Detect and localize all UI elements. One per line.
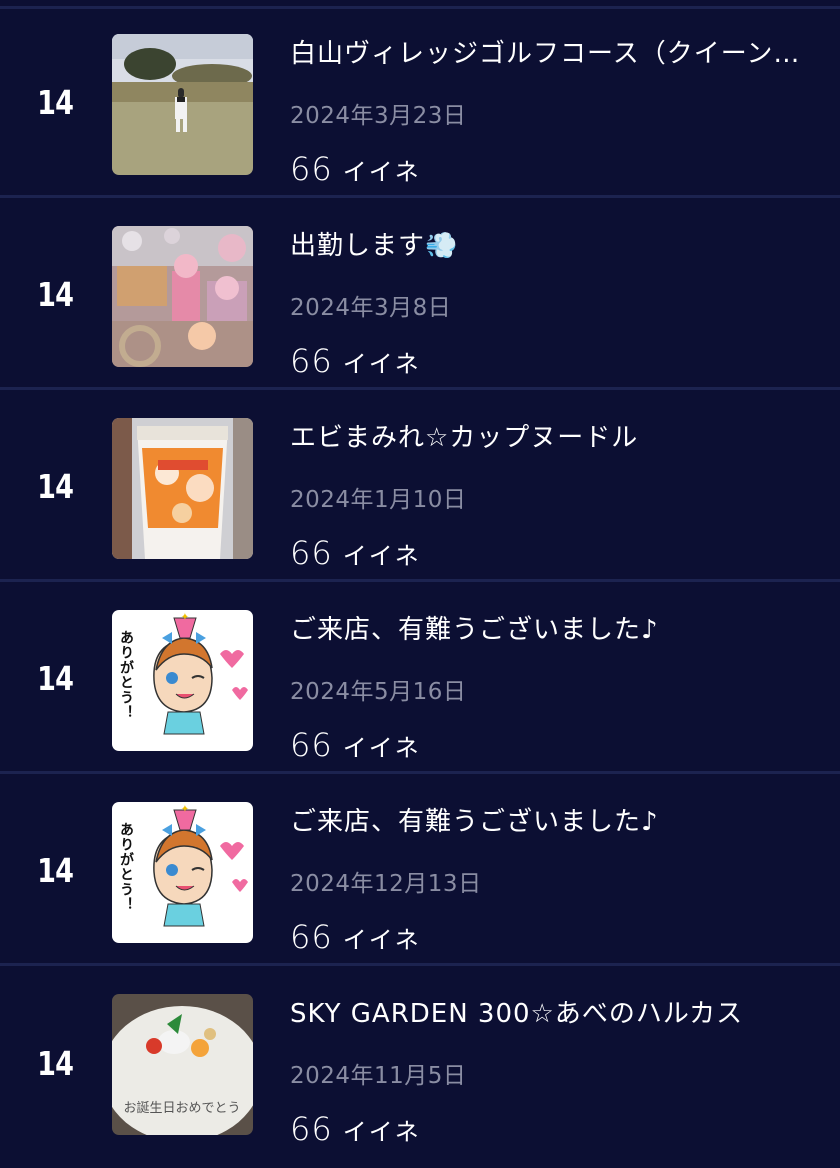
- likes: 66 イイネ: [290, 917, 421, 960]
- plate-text: お誕生日おめでとう: [123, 1101, 240, 1116]
- post-row[interactable]: 14 ✦ ありがとう！ ご来店、有難うございました♪ 2024年12月13日 6…: [0, 777, 840, 966]
- post-thumbnail-cup-noodle[interactable]: [112, 418, 253, 559]
- post-row[interactable]: 14 白山ヴィレッジゴルフコース（クイーン… 2024年3月23日 66 イイネ: [0, 9, 840, 198]
- sticker-text: ありがとう！: [118, 822, 134, 912]
- likes: 66 イイネ: [290, 725, 421, 768]
- likes: 66 イイネ: [290, 149, 421, 192]
- post-thumbnail-thank-you-sticker[interactable]: ✦ ありがとう！: [112, 610, 253, 751]
- post-title[interactable]: ご来店、有難うございました♪: [290, 612, 818, 648]
- likes-label: イイネ: [342, 542, 421, 570]
- svg-text:✦: ✦: [181, 804, 189, 815]
- post-title[interactable]: ご来店、有難うございました♪: [290, 804, 818, 840]
- rank-number: 14: [37, 466, 74, 506]
- svg-text:✦: ✦: [181, 612, 189, 623]
- likes: 66 イイネ: [290, 1109, 421, 1152]
- likes-count: 66: [290, 534, 333, 572]
- post-ranking-list: 14 白山ヴィレッジゴルフコース（クイーン… 2024年3月23日 66 イイネ: [0, 0, 840, 1168]
- likes: 66 イイネ: [290, 533, 421, 576]
- rank-number: 14: [37, 274, 74, 314]
- post-date: 2024年11月5日: [290, 1063, 467, 1089]
- post-title[interactable]: SKY GARDEN 300☆あべのハルカス: [290, 996, 818, 1032]
- post-row[interactable]: 14 出勤します💨 2024年3月8日 66 イイネ: [0, 201, 840, 390]
- post-title[interactable]: 出勤します💨: [290, 228, 818, 264]
- likes-count: 66: [290, 726, 333, 764]
- rank-number: 14: [37, 850, 74, 890]
- post-title[interactable]: エビまみれ☆カップヌードル: [290, 420, 818, 456]
- post-title[interactable]: 白山ヴィレッジゴルフコース（クイーン…: [290, 36, 818, 72]
- rank-number: 14: [37, 1044, 74, 1083]
- post-row[interactable]: 14 エビまみれ☆カップヌードル 2024年1月10日 66 イイネ: [0, 393, 840, 582]
- likes-count: 66: [290, 342, 333, 380]
- post-thumbnail-thank-you-sticker[interactable]: ✦ ありがとう！: [112, 802, 253, 943]
- likes-label: イイネ: [342, 158, 421, 186]
- sticker-text: ありがとう！: [118, 630, 134, 720]
- post-date: 2024年5月16日: [290, 679, 467, 705]
- likes: 66 イイネ: [290, 341, 421, 384]
- post-row[interactable]: 14 ✦ ありがとう！ ご来店、有難うございました♪ 2024年5月16日 66…: [0, 585, 840, 774]
- post-date: 2024年12月13日: [290, 871, 482, 897]
- post-date: 2024年3月8日: [290, 295, 452, 321]
- post-thumbnail-golf-course[interactable]: [112, 34, 253, 175]
- rank-number: 14: [37, 658, 74, 698]
- likes-count: 66: [290, 1110, 333, 1148]
- post-date: 2024年3月23日: [290, 103, 467, 129]
- likes-count: 66: [290, 150, 333, 188]
- post-thumbnail-decorated-display[interactable]: [112, 226, 253, 367]
- rank-number: 14: [37, 82, 74, 122]
- likes-label: イイネ: [342, 734, 421, 762]
- post-row[interactable]: 14 お誕生日おめでとう SKY GARDEN 300☆あべのハルカス 2024…: [0, 969, 840, 1158]
- likes-label: イイネ: [342, 926, 421, 954]
- post-thumbnail-dessert-plate[interactable]: お誕生日おめでとう: [112, 994, 253, 1135]
- likes-label: イイネ: [342, 1118, 421, 1146]
- likes-label: イイネ: [342, 350, 421, 378]
- likes-count: 66: [290, 918, 333, 956]
- post-date: 2024年1月10日: [290, 487, 467, 513]
